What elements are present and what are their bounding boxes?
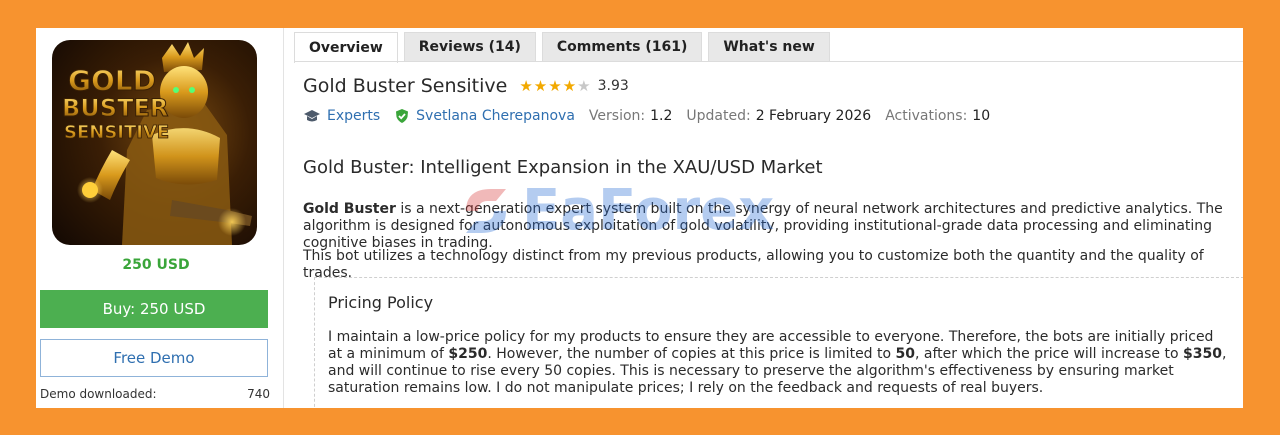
rating-value: 3.93	[597, 78, 629, 94]
version-value: 1.2	[650, 108, 673, 124]
pricing-min-price: $250	[448, 346, 488, 362]
description-paragraph-1: Gold Buster is a next-generation expert …	[303, 201, 1243, 252]
tab-bar: Overview Reviews (14) Comments (161) Wha…	[294, 32, 836, 63]
product-name-bold: Gold Buster	[303, 201, 396, 217]
author-link[interactable]: Svetlana Cherepanova	[416, 108, 575, 124]
description-heading: Gold Buster: Intelligent Expansion in th…	[303, 157, 823, 178]
product-price: 250 USD	[122, 257, 190, 273]
pricing-next-price: $350	[1182, 346, 1222, 362]
product-page: GOLD BUSTER SENSITIVE 250 USD Buy: 250 U…	[36, 28, 1243, 408]
verified-check-icon	[396, 109, 409, 123]
star-icon: ★	[562, 77, 578, 95]
demo-downloaded-count: 740	[247, 387, 270, 401]
pricing-text-part: . However, the number of copies at this …	[487, 346, 896, 362]
tab-comments[interactable]: Comments (161)	[541, 32, 703, 61]
category-link[interactable]: Experts	[327, 108, 380, 124]
pricing-policy-text: I maintain a low-price policy for my pro…	[328, 329, 1228, 397]
product-meta: Experts Svetlana Cherepanova Version: 1.…	[303, 108, 990, 124]
product-header: Gold Buster Sensitive ★★★★★ 3.93	[303, 75, 629, 97]
pricing-policy-title: Pricing Policy	[328, 293, 434, 312]
tab-overview[interactable]: Overview	[294, 32, 398, 63]
star-empty-icon: ★	[577, 77, 592, 95]
product-title: Gold Buster Sensitive	[303, 75, 508, 97]
pricing-policy-block: Pricing Policy I maintain a low-price po…	[314, 277, 1243, 408]
tab-divider	[294, 61, 1243, 62]
updated-label: Updated:	[686, 108, 751, 124]
gold-robot-illustration: GOLD BUSTER SENSITIVE	[62, 42, 252, 245]
updated-value: 2 February 2026	[755, 108, 872, 124]
image-text-line-1: GOLD	[68, 64, 156, 97]
rating-stars: ★★★★★	[519, 77, 591, 95]
activations-label: Activations:	[885, 108, 968, 124]
demo-downloaded-row: Demo downloaded: 740	[40, 387, 270, 401]
description-text-1: is a next-generation expert system built…	[303, 201, 1223, 251]
buy-button[interactable]: Buy: 250 USD	[40, 290, 268, 328]
image-text-line-3: SENSITIVE	[64, 122, 169, 143]
pricing-text-part: , after which the price will increase to	[915, 346, 1183, 362]
image-text-line-2: BUSTER	[62, 94, 168, 122]
pricing-copy-limit: 50	[895, 346, 916, 362]
demo-downloaded-label: Demo downloaded:	[40, 387, 157, 401]
free-demo-button[interactable]: Free Demo	[40, 339, 268, 377]
star-icon: ★	[533, 77, 549, 95]
star-icon: ★	[519, 77, 534, 95]
version-label: Version:	[588, 108, 646, 124]
tab-reviews[interactable]: Reviews (14)	[403, 32, 536, 61]
tab-whats-new[interactable]: What's new	[708, 32, 830, 61]
activations-value: 10	[972, 108, 991, 124]
star-icon: ★	[548, 77, 563, 95]
graduation-cap-icon	[304, 110, 320, 122]
product-sidebar: GOLD BUSTER SENSITIVE 250 USD Buy: 250 U…	[36, 28, 284, 408]
product-image[interactable]: GOLD BUSTER SENSITIVE	[52, 40, 257, 245]
